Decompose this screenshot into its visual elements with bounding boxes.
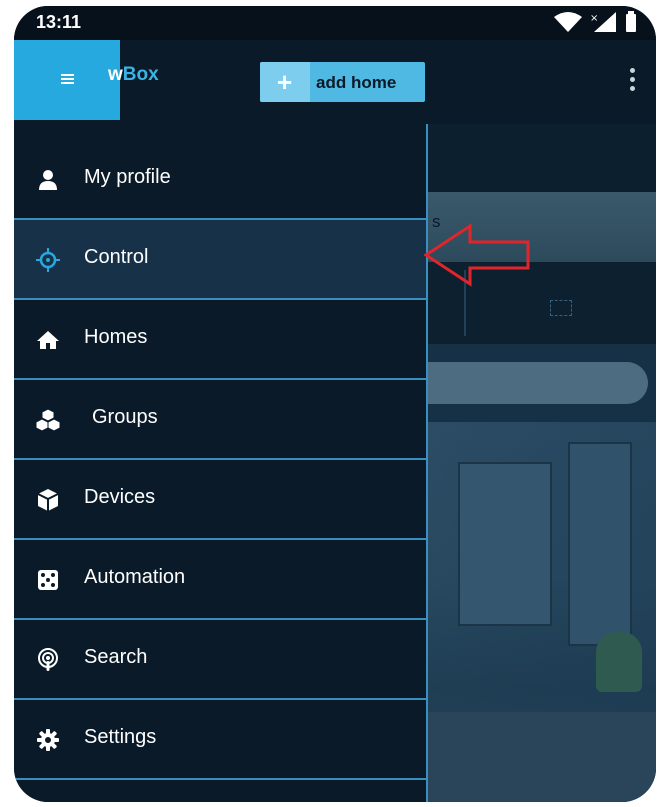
battery-icon [626,11,636,32]
drawer-item-label: Search [84,646,148,668]
svg-text:×: × [590,13,598,24]
kebab-menu-icon[interactable] [630,68,636,94]
cubes-icon [36,408,60,432]
drawer-item-label: Homes [84,326,148,348]
user-icon [39,170,57,190]
drawer-item-groups[interactable]: Groups [14,380,426,460]
drawer-item-label: Automation [84,566,186,588]
drawer-item-homes[interactable]: Homes [14,300,426,380]
background-home-image [428,422,656,802]
drawer-item-label: Devices [84,486,156,508]
drawer-item-label: Control [84,246,149,268]
wifi-icon [554,12,582,32]
add-home-button[interactable]: + add home [260,62,425,102]
drawer-item-label: Settings [84,726,157,748]
drawer-item-search[interactable]: Search [14,620,426,700]
background-search-bar [428,362,648,404]
cube-icon [37,489,59,511]
drawer-item-my-profile[interactable]: My profile [14,140,426,220]
podcast-icon [38,648,58,671]
dice-icon [38,570,58,590]
add-home-label: add home [316,73,397,92]
crosshair-icon [36,248,60,272]
background-header [428,124,656,192]
gear-icon [37,729,59,751]
device-icon [550,300,572,316]
app-title-prefix: w [108,64,123,85]
app-title: wBox [108,64,159,86]
plus-icon: + [260,62,310,102]
home-icon [37,331,59,349]
annotation-arrow-icon [424,223,530,287]
drawer-item-devices[interactable]: Devices [14,460,426,540]
drawer-item-label: Groups [92,406,158,428]
status-time: 13:11 [36,12,82,32]
menu-button[interactable] [14,40,120,120]
navigation-drawer: My profile Control Homes Groups Devices … [14,124,428,802]
app-bar: wBox + add home [14,40,656,124]
drawer-item-automation[interactable]: Automation [14,540,426,620]
phone-screen: 13:11 × wBox + add home s My profile Con… [14,6,656,802]
drawer-item-label: My profile [84,166,171,188]
app-title-accent: Box [122,64,159,85]
status-icons: × [554,11,636,32]
status-bar: 13:11 × [14,6,656,40]
drawer-item-control[interactable]: Control [14,220,426,300]
signal-icon: × [590,12,616,32]
drawer-item-settings[interactable]: Settings [14,700,426,780]
